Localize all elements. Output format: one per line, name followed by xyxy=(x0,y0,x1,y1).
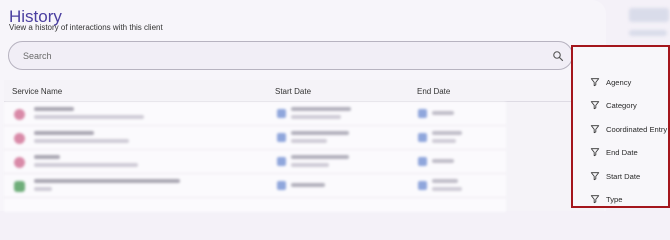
history-table: Service Name Start Date End Date xyxy=(4,80,604,212)
table-row[interactable] xyxy=(4,174,506,198)
filter-option-type[interactable]: Type xyxy=(575,188,668,210)
table-row[interactable] xyxy=(4,150,506,174)
funnel-icon xyxy=(590,172,600,181)
search-icon[interactable] xyxy=(552,50,564,62)
table-row[interactable] xyxy=(4,102,506,126)
search-input[interactable] xyxy=(23,48,543,64)
filter-option-label: Category xyxy=(606,100,637,110)
funnel-icon xyxy=(590,195,600,204)
page-subtitle: View a history of interactions with this… xyxy=(9,23,163,32)
column-header-start-date[interactable]: Start Date xyxy=(275,87,311,96)
filter-option-start-date[interactable]: Start Date xyxy=(575,165,668,187)
funnel-icon xyxy=(590,148,600,157)
filter-option-label: Type xyxy=(606,194,623,204)
filter-option-coordinated-entry[interactable]: Coordinated Entry xyxy=(575,118,668,140)
filter-option-label: Start Date xyxy=(606,171,641,181)
filter-dropdown-menu: Agency Category Coordinated Entry End Da… xyxy=(571,45,670,208)
history-panel: History View a history of interactions w… xyxy=(0,0,606,212)
filter-option-agency[interactable]: Agency xyxy=(575,71,668,93)
filter-option-label: Coordinated Entry xyxy=(606,124,668,134)
filter-option-label: Agency xyxy=(606,77,632,87)
funnel-icon xyxy=(590,101,600,110)
funnel-icon xyxy=(590,125,600,134)
column-header-service-name[interactable]: Service Name xyxy=(12,87,62,96)
table-row[interactable] xyxy=(4,126,506,150)
search-bar[interactable] xyxy=(8,41,573,70)
filter-option-end-date[interactable]: End Date xyxy=(575,141,668,163)
column-header-end-date[interactable]: End Date xyxy=(417,87,450,96)
table-header: Service Name Start Date End Date xyxy=(4,80,604,102)
filter-option-label: End Date xyxy=(606,147,638,157)
filter-option-category[interactable]: Category xyxy=(575,94,668,116)
funnel-icon xyxy=(590,78,600,87)
table-body-blurred xyxy=(4,102,506,212)
